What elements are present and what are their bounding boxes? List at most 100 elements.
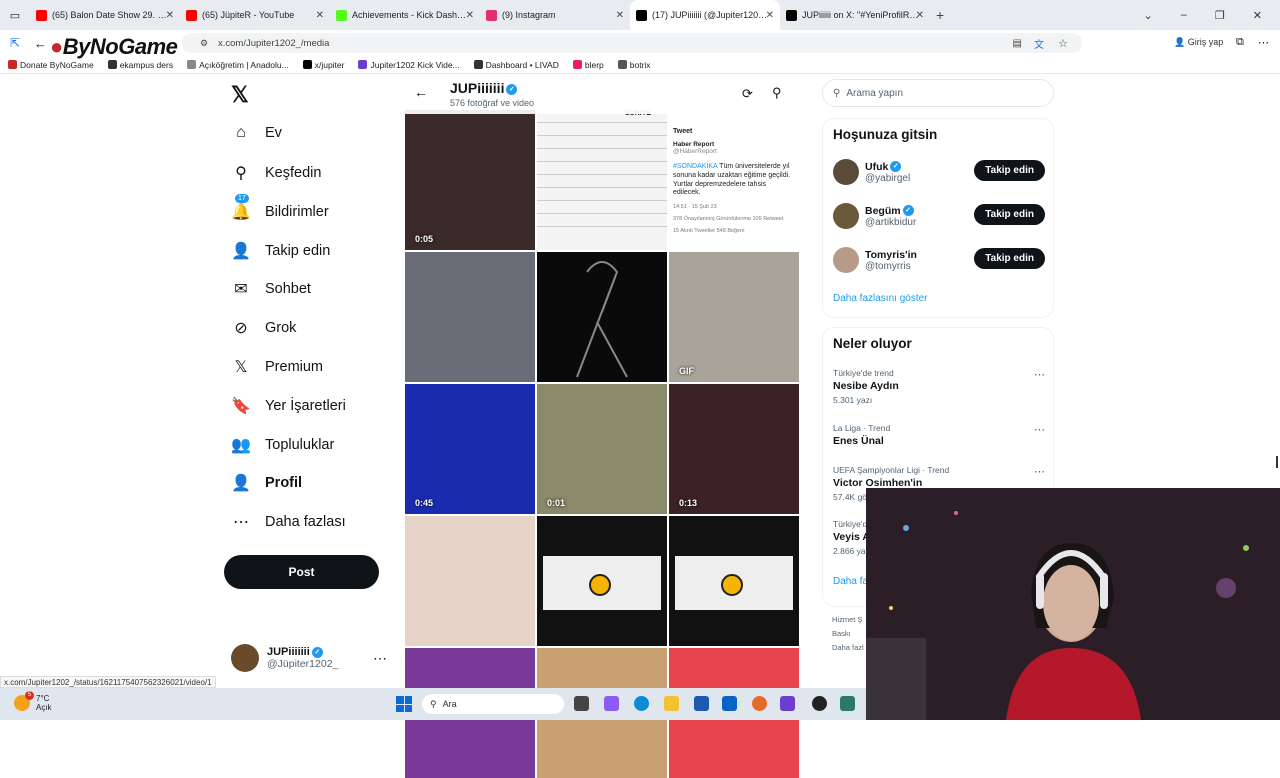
- account-switcher[interactable]: JUPiiiiiii ✓ @Jüpiter1202_ ⋯: [231, 644, 391, 672]
- refresh-icon[interactable]: ⟳: [742, 86, 753, 102]
- weather-widget[interactable]: 5 7°C Açık: [14, 691, 52, 712]
- app-icon[interactable]: [840, 696, 855, 711]
- bookmark-item[interactable]: Donate ByNoGame: [8, 60, 94, 70]
- follow-suggestion[interactable]: Tomyris'in @tomyrris Takip edin: [833, 247, 1045, 273]
- tab-close-icon[interactable]: ✕: [466, 10, 474, 21]
- media-thumbnail[interactable]: GIF: [669, 252, 799, 382]
- teams-icon[interactable]: [780, 696, 795, 711]
- login-button[interactable]: 👤 Giriş yap: [1174, 37, 1223, 48]
- nav-item-grok[interactable]: ⊘ Grok: [231, 318, 296, 338]
- nav-item-more[interactable]: ⋯ Daha fazlası: [231, 512, 346, 532]
- browser-tab[interactable]: JUPiiiiii on X: "#YeniProfilResmi" ✕: [780, 0, 930, 30]
- file-explorer-icon[interactable]: [664, 696, 679, 711]
- back-arrow-icon[interactable]: ←: [414, 84, 428, 100]
- media-thumbnail[interactable]: [537, 252, 667, 382]
- media-thumbnail[interactable]: Tweet Haber Report @HaberReport #SONDAKİ…: [669, 110, 799, 250]
- browser-tab[interactable]: (9) Instagram ✕: [480, 0, 630, 30]
- favorite-star-icon[interactable]: ☆: [1058, 37, 1068, 50]
- tab-close-icon[interactable]: ✕: [316, 10, 324, 21]
- nav-item-home[interactable]: ⌂ Ev: [231, 124, 282, 142]
- sidebar-toggle-icon[interactable]: ⇱: [10, 36, 20, 50]
- media-thumbnail[interactable]: SURİYE: [537, 110, 667, 250]
- tab-actions-icon[interactable]: ▭: [0, 0, 30, 30]
- maximize-icon[interactable]: ❐: [1215, 9, 1225, 22]
- profile-name: JUPiiiiiii: [450, 80, 505, 96]
- trend-more-icon[interactable]: ⋯: [1034, 368, 1045, 381]
- account-more-icon[interactable]: ⋯: [373, 650, 387, 667]
- trend-more-icon[interactable]: ⋯: [1034, 423, 1045, 436]
- follow-button[interactable]: Takip edin: [974, 204, 1045, 225]
- site-info-icon[interactable]: ⚙: [200, 38, 208, 49]
- search-input[interactable]: ⚲ Arama yapın: [822, 79, 1054, 107]
- menu-icon[interactable]: ⋯: [1258, 36, 1269, 49]
- media-thumbnail[interactable]: 0:05: [405, 110, 535, 250]
- trends-show-more-link[interactable]: Daha fa: [833, 576, 868, 587]
- bookmark-item[interactable]: Açıköğretim | Anadolu...: [187, 60, 289, 70]
- url-field[interactable]: ⚙ x.com/Jupiter1202_/media ▤ 文 ☆: [182, 33, 1082, 53]
- copilot-icon[interactable]: [604, 696, 619, 711]
- nav-item-follow[interactable]: 👤 Takip edin: [231, 241, 330, 261]
- bookmark-item[interactable]: botrix: [617, 60, 651, 70]
- x-logo-icon[interactable]: 𝕏: [231, 82, 249, 108]
- nav-item-mail[interactable]: ✉ Sohbet: [231, 279, 311, 299]
- windows-start-icon[interactable]: [396, 696, 412, 712]
- search-icon: ⚲: [235, 165, 247, 182]
- nav-item-bell[interactable]: 🔔 17 Bildirimler: [231, 194, 329, 222]
- bookmark-item[interactable]: x/jupiter: [302, 60, 344, 70]
- trend-item[interactable]: La Liga · Trend Enes Ünal ⋯: [833, 423, 1045, 447]
- browser-tab[interactable]: (65) Balon Date Show 29. Bölüm ✕: [30, 0, 180, 30]
- nav-item-communities[interactable]: 👥 Topluluklar: [231, 435, 334, 455]
- bookmark-item[interactable]: Dashboard • LIVAD: [473, 60, 559, 70]
- show-more-link[interactable]: Daha fazlasını göster: [833, 293, 928, 304]
- minimize-icon[interactable]: –: [1181, 9, 1187, 21]
- tab-list-icon[interactable]: ⌄: [1144, 9, 1153, 22]
- tab-close-icon[interactable]: ✕: [766, 10, 774, 21]
- search-profile-icon[interactable]: ⚲: [772, 85, 782, 101]
- close-window-icon[interactable]: ✕: [1253, 9, 1262, 22]
- follow-suggestion[interactable]: Begüm ✓ @artikbidur Takip edin: [833, 203, 1045, 229]
- bookmark-item[interactable]: blerp: [572, 60, 604, 70]
- browser-tab[interactable]: (17) JUPiiiiiii (@Jupiter1202_) / X✕: [630, 0, 780, 30]
- bookmark-item[interactable]: ekampus ders: [107, 60, 173, 70]
- post-button[interactable]: Post: [224, 555, 379, 589]
- browser-tab[interactable]: Achievements - Kick Dashboard ✕: [330, 0, 480, 30]
- tab-close-icon[interactable]: ✕: [916, 10, 924, 21]
- tab-close-icon[interactable]: ✕: [166, 10, 174, 21]
- trend-more-icon[interactable]: ⋯: [1034, 465, 1045, 478]
- who-to-follow-title: Hoşunuza gitsin: [833, 127, 938, 142]
- media-thumbnail[interactable]: 0:01: [537, 384, 667, 514]
- translate-icon[interactable]: 文: [1034, 36, 1044, 51]
- obs-icon[interactable]: [812, 696, 827, 711]
- media-thumbnail[interactable]: 0:45: [405, 384, 535, 514]
- taskbar-search[interactable]: ⚲ Ara: [422, 694, 564, 714]
- footer-link[interactable]: Baskı: [832, 629, 851, 638]
- media-thumbnail[interactable]: [405, 516, 535, 646]
- extensions-icon[interactable]: ⧉: [1236, 36, 1244, 49]
- bookmark-item[interactable]: Jupiter1202 Kick Vide...: [358, 60, 460, 70]
- nav-item-profile[interactable]: 👤 Profil: [231, 473, 302, 493]
- footer-link[interactable]: Hizmet Ş: [832, 615, 862, 624]
- media-thumbnail[interactable]: 0:13: [669, 384, 799, 514]
- reader-icon[interactable]: ▤: [1013, 38, 1022, 49]
- nav-item-search[interactable]: ⚲ Keşfedin: [231, 163, 321, 183]
- nav-item-x-premium[interactable]: 𝕏 Premium: [231, 357, 323, 377]
- media-thumbnail[interactable]: [405, 252, 535, 382]
- browser-tab[interactable]: (65) JüpiteR - YouTube ✕: [180, 0, 330, 30]
- media-thumbnail[interactable]: [669, 516, 799, 646]
- follow-suggestion[interactable]: Ufuk ✓ @yabirgel Takip edin: [833, 159, 1045, 185]
- firefox-icon[interactable]: [752, 696, 767, 711]
- store-icon[interactable]: [694, 696, 709, 711]
- new-tab-button[interactable]: +: [936, 7, 944, 23]
- scrollbar-thumb[interactable]: [1276, 456, 1278, 468]
- media-thumbnail[interactable]: [537, 516, 667, 646]
- edge-icon[interactable]: [634, 696, 649, 711]
- back-nav-icon[interactable]: ←: [34, 36, 47, 51]
- task-view-icon[interactable]: [574, 696, 589, 711]
- mail-app-icon[interactable]: [722, 696, 737, 711]
- footer-link[interactable]: Daha fazl: [832, 643, 864, 652]
- follow-button[interactable]: Takip edin: [974, 160, 1045, 181]
- follow-button[interactable]: Takip edin: [974, 248, 1045, 269]
- tab-close-icon[interactable]: ✕: [616, 10, 624, 21]
- nav-item-bookmark[interactable]: 🔖 Yer İşaretleri: [231, 396, 346, 416]
- trend-item[interactable]: Türkiye'de trend Nesibe Aydın 5.301 yazı…: [833, 368, 1045, 405]
